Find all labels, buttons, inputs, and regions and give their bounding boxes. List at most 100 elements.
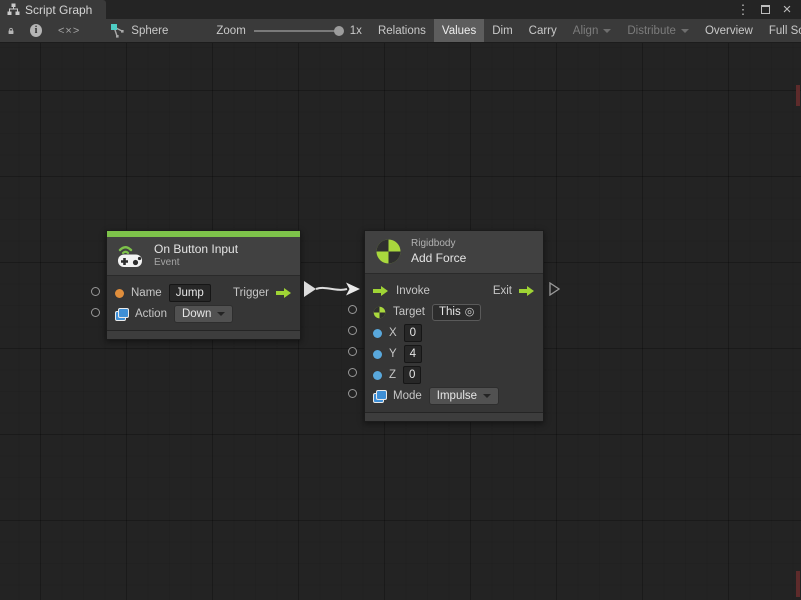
target-object-field[interactable]: This ◎: [432, 304, 481, 321]
connection-wire[interactable]: [301, 278, 365, 300]
flow-arrow-icon[interactable]: [276, 287, 292, 299]
port-circle-name[interactable]: [91, 287, 100, 296]
port-label: X: [389, 327, 397, 339]
gamepad-input-icon: [117, 243, 145, 268]
carry-label: Carry: [529, 25, 557, 37]
node-subtitle: Event: [154, 257, 238, 270]
float-port-icon[interactable]: [373, 329, 382, 338]
x-input[interactable]: 0: [404, 324, 422, 342]
toolbar: i <×> Sphere Zoom 1x Relations Values: [0, 19, 801, 43]
chevron-down-icon: [603, 29, 611, 33]
zoom-control: Zoom 1x: [208, 19, 370, 42]
port-circle-target[interactable]: [348, 305, 357, 314]
y-input[interactable]: 4: [404, 345, 422, 363]
mode-value: Impulse: [437, 389, 477, 403]
port-label: Mode: [393, 390, 422, 402]
port-row-target: Target This ◎: [373, 302, 535, 323]
port-circle-action[interactable]: [91, 308, 100, 317]
graph-canvas[interactable]: On Button Input Event Name Jump Trigger: [0, 43, 801, 600]
overview-button[interactable]: Overview: [697, 19, 761, 42]
port-row-action: Action Down: [115, 304, 292, 325]
rigidbody-icon: [375, 238, 402, 265]
lock-icon: [8, 25, 14, 37]
rigidbody-port-icon[interactable]: [373, 306, 386, 319]
node-body: Invoke Exit Target This: [365, 274, 543, 412]
node-footer: [365, 412, 543, 421]
distribute-dropdown[interactable]: Distribute: [619, 19, 697, 42]
edit-source-button[interactable]: <×>: [50, 19, 88, 42]
port-row-name: Name Jump Trigger: [115, 283, 292, 304]
relations-button[interactable]: Relations: [370, 19, 434, 42]
action-value: Down: [182, 307, 211, 321]
script-graph-asset-icon: [110, 23, 125, 38]
port-label: Invoke: [396, 285, 430, 297]
port-label: Trigger: [233, 287, 269, 299]
port-label: Y: [389, 348, 397, 360]
node-footer: [107, 330, 300, 339]
port-circle-y[interactable]: [348, 347, 357, 356]
zoom-label: Zoom: [216, 25, 245, 37]
code-icon: <×>: [58, 25, 80, 37]
script-graph-window: Script Graph ⋮ × i <×>: [0, 0, 801, 600]
mode-dropdown[interactable]: Impulse: [429, 387, 499, 405]
vertical-scrollbar-thumb[interactable]: [796, 85, 800, 106]
dim-label: Dim: [492, 25, 512, 37]
action-dropdown[interactable]: Down: [174, 305, 233, 323]
object-picker-icon[interactable]: ◎: [465, 305, 475, 320]
title-bar: Script Graph ⋮ ×: [0, 0, 801, 19]
float-port-icon[interactable]: [373, 371, 382, 380]
node-title: On Button Input: [154, 242, 238, 257]
node-title: Add Force: [411, 251, 466, 266]
zoom-slider-handle[interactable]: [334, 26, 344, 36]
distribute-label: Distribute: [627, 25, 676, 37]
node-category: Rigidbody: [411, 238, 466, 251]
zoom-value: 1x: [350, 25, 362, 37]
node-on-button-input[interactable]: On Button Input Event Name Jump Trigger: [106, 230, 301, 340]
vertical-scrollbar-thumb[interactable]: [796, 571, 800, 597]
z-input[interactable]: 0: [403, 366, 421, 384]
lock-button[interactable]: [0, 19, 22, 42]
name-input[interactable]: Jump: [169, 284, 211, 302]
dim-button[interactable]: Dim: [484, 19, 520, 42]
align-label: Align: [573, 25, 599, 37]
tab-script-graph[interactable]: Script Graph: [0, 0, 106, 19]
exit-port-triangle[interactable]: [549, 282, 560, 296]
string-port-icon[interactable]: [115, 289, 124, 298]
flow-arrow-icon[interactable]: [373, 285, 389, 297]
node-header[interactable]: Rigidbody Add Force: [365, 231, 543, 274]
node-add-force[interactable]: Rigidbody Add Force Invoke Exit: [364, 230, 544, 422]
enum-port-icon[interactable]: [373, 390, 386, 402]
values-button[interactable]: Values: [434, 19, 484, 42]
port-row-z: Z 0: [373, 365, 535, 386]
port-row-invoke: Invoke Exit: [373, 281, 535, 302]
full-screen-button[interactable]: Full Screen: [761, 19, 801, 42]
maximize-icon[interactable]: [757, 2, 773, 18]
chevron-down-icon: [217, 312, 225, 316]
chevron-down-icon: [483, 394, 491, 398]
port-label: Name: [131, 287, 162, 299]
graph-owner-label: Sphere: [131, 25, 168, 37]
port-label: Z: [389, 369, 396, 381]
window-menu-icon[interactable]: ⋮: [735, 2, 751, 18]
float-port-icon[interactable]: [373, 350, 382, 359]
zoom-slider[interactable]: [254, 30, 342, 32]
enum-port-icon[interactable]: [115, 308, 128, 320]
port-circle-z[interactable]: [348, 368, 357, 377]
window-controls: ⋮ ×: [735, 0, 801, 19]
carry-button[interactable]: Carry: [521, 19, 565, 42]
close-icon[interactable]: ×: [779, 2, 795, 18]
port-row-y: Y 4: [373, 344, 535, 365]
port-row-x: X 0: [373, 323, 535, 344]
flow-arrow-icon[interactable]: [519, 285, 535, 297]
align-dropdown[interactable]: Align: [565, 19, 620, 42]
tab-label: Script Graph: [25, 3, 92, 17]
node-header[interactable]: On Button Input Event: [107, 237, 300, 276]
node-body: Name Jump Trigger Action Down: [107, 276, 300, 330]
full-screen-label: Full Screen: [769, 25, 801, 37]
port-circle-x[interactable]: [348, 326, 357, 335]
graph-owner-breadcrumb[interactable]: Sphere: [102, 19, 176, 42]
port-label: Target: [393, 306, 425, 318]
port-circle-mode[interactable]: [348, 389, 357, 398]
info-button[interactable]: i: [22, 19, 50, 42]
info-icon: i: [30, 24, 42, 37]
